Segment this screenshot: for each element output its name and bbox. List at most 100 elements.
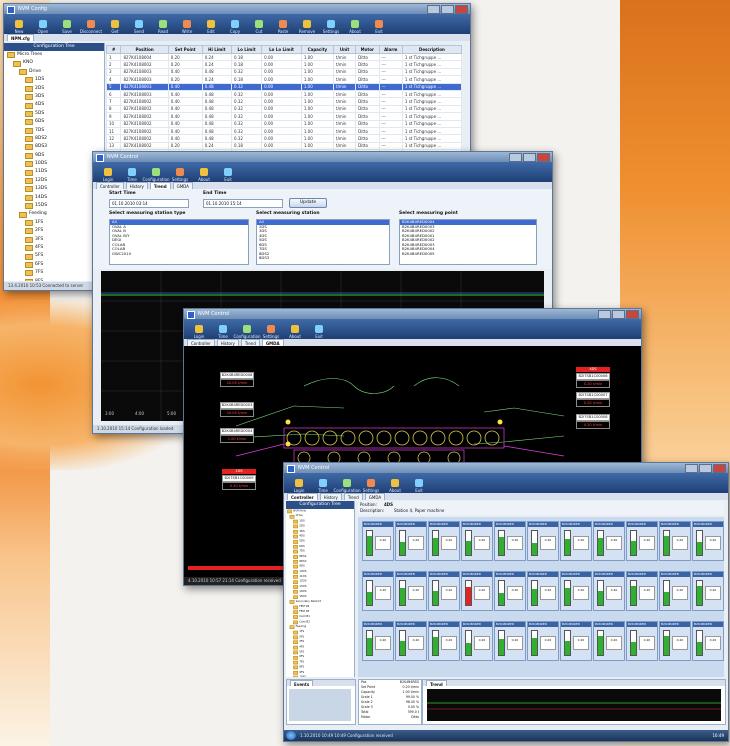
tab-trend[interactable]: Trend: [240, 339, 260, 346]
tree-node[interactable]: 13DS: [4, 185, 104, 193]
tree-node[interactable]: 2DS: [4, 85, 104, 93]
tab-npm-cfg[interactable]: NPM.cfg: [7, 34, 34, 41]
tree-node[interactable]: 1FS: [4, 219, 104, 227]
tab-controller[interactable]: Controller: [187, 339, 215, 346]
start-time-input[interactable]: 01.10.2010 03:14: [109, 199, 189, 208]
toolbar-button-settings[interactable]: Settings: [169, 163, 191, 182]
tree-node[interactable]: 8DS3: [4, 143, 104, 151]
toolbar-button-about[interactable]: About: [193, 163, 215, 182]
controller-tile[interactable]: B2K4B4RED 0.20: [560, 571, 592, 611]
measurement-tag[interactable]: 4DS B2I7SB1C00006 0.20 t/min: [576, 367, 610, 388]
tab-history[interactable]: History: [319, 493, 342, 500]
toolbar-button-exit[interactable]: Exit: [217, 163, 239, 182]
column-header[interactable]: Position: [120, 45, 169, 54]
column-header[interactable]: Unit: [332, 45, 357, 54]
tree-node[interactable]: 8DS2: [4, 135, 104, 143]
table-row[interactable]: 1 827K4108004 0.20 0.24 0.18 0.00 1.00 t/min Dit…: [105, 52, 463, 62]
table-row[interactable]: 9 827K4108002 0.40 0.48 0.32 0.00 1.00 t/min Dit…: [105, 112, 463, 121]
toolbar-button-open[interactable]: Open: [32, 15, 54, 34]
tree-node[interactable]: 15DS: [4, 202, 104, 210]
tab-trend[interactable]: Trend: [343, 493, 363, 500]
table-row[interactable]: 13 827K4108002 0.20 0.24 0.18 0.00 1.00 t/min Di…: [105, 141, 463, 151]
tree-node[interactable]: 4DS: [4, 101, 104, 109]
toolbar-button-get[interactable]: Get: [104, 15, 126, 34]
tab-gmda[interactable]: GMDA: [261, 339, 284, 346]
point-option[interactable]: B2K4B4RED0005: [400, 251, 536, 257]
tab-trend[interactable]: Trend: [149, 182, 171, 189]
close-button[interactable]: [713, 464, 726, 473]
toolbar-button-cut[interactable]: Cut: [248, 15, 270, 34]
toolbar-button-new[interactable]: New: [8, 15, 30, 34]
close-button[interactable]: [537, 153, 550, 162]
controller-tile[interactable]: B2K4B4RED 0.20: [395, 571, 427, 611]
column-header[interactable]: Description: [401, 45, 463, 54]
controller-tile[interactable]: B2K4B4RED 0.20: [692, 571, 724, 611]
tree-node[interactable]: 4FS: [4, 244, 104, 252]
tree-node[interactable]: 3DS: [4, 93, 104, 101]
tree-node[interactable]: 7FS: [4, 269, 104, 277]
tree-node[interactable]: 2FS: [4, 227, 104, 235]
column-header[interactable]: Lo Limit: [231, 45, 263, 54]
toolbar-button-time[interactable]: Time: [312, 474, 334, 493]
controller-tile[interactable]: B2K4B4RED 0.20: [428, 621, 460, 661]
update-button[interactable]: Update: [289, 198, 327, 208]
tab-controller[interactable]: Controller: [287, 493, 318, 500]
tree-node[interactable]: 11DS: [4, 168, 104, 176]
toolbar-button-settings[interactable]: Settings: [320, 15, 342, 34]
tree-node[interactable]: 3FS: [4, 236, 104, 244]
controller-tile[interactable]: B2K4B4RED 0.20: [395, 521, 427, 561]
controller-tile[interactable]: B2K4B4RED 0.20: [692, 521, 724, 561]
tab-gmda[interactable]: GMDA: [172, 182, 193, 189]
controller-tile[interactable]: B2K4B4RED 0.20: [461, 571, 493, 611]
table-row[interactable]: 12 827K4108002 0.40 0.48 0.32 0.00 1.00 t/min Di…: [105, 134, 463, 143]
station-option[interactable]: 8DS3: [257, 255, 389, 261]
controller-tile[interactable]: B2K4B4RED 0.20: [593, 571, 625, 611]
column-header[interactable]: Motor: [355, 45, 380, 54]
controller-tile[interactable]: B2K4B4RED 0.20: [593, 621, 625, 661]
controller-tile[interactable]: B2K4B4RED 0.20: [659, 621, 691, 661]
column-header[interactable]: #: [105, 45, 122, 54]
toolbar-button-time[interactable]: Time: [212, 320, 234, 339]
toolbar-button-about[interactable]: About: [384, 474, 406, 493]
station-type-option[interactable]: GWC2010: [110, 251, 248, 257]
toolbar-button-login[interactable]: Login: [188, 320, 210, 339]
measurement-tag[interactable]: B2K4B4RED0004 1.00 t/min: [220, 427, 254, 443]
toolbar-button-save[interactable]: Save: [56, 15, 78, 34]
tree-node[interactable]: 5DS: [4, 110, 104, 118]
table-row[interactable]: 6 827K4108003 0.40 0.48 0.32 0.00 1.00 t/min Dit…: [105, 89, 463, 99]
column-header[interactable]: Alarm: [378, 45, 403, 54]
controller-tile[interactable]: B2K4B4RED 0.20: [527, 521, 559, 561]
controller-tile[interactable]: B2K4B4RED 0.20: [362, 621, 394, 661]
minimize-button[interactable]: [598, 310, 611, 319]
controller-tile[interactable]: B2K4B4RED 0.20: [560, 621, 592, 661]
maximize-button[interactable]: [441, 5, 454, 14]
minimize-button[interactable]: [427, 5, 440, 14]
tab-history[interactable]: History: [216, 339, 239, 346]
config-titlebar[interactable]: NVM Config: [4, 4, 470, 14]
controller-tile[interactable]: B2K4B4RED 0.20: [428, 521, 460, 561]
tree-node[interactable]: 14DS: [4, 194, 104, 202]
controller-tile[interactable]: B2K4B4RED 0.20: [626, 521, 658, 561]
tree-node[interactable]: 1DS: [4, 76, 104, 84]
tree-node[interactable]: 7DS: [4, 127, 104, 135]
trend-titlebar[interactable]: NVM Control: [93, 152, 552, 162]
measurement-tag[interactable]: B2I7SB1C00007 0.20 t/min: [576, 391, 610, 407]
end-time-input[interactable]: 01.10.2010 15:14: [203, 199, 283, 208]
controller-tile[interactable]: B2K4B4RED 0.20: [461, 621, 493, 661]
toolbar-button-configuration[interactable]: Configuration: [333, 474, 361, 493]
tree-node[interactable]: 5FS: [4, 252, 104, 260]
tab-trend[interactable]: Trend: [426, 680, 447, 687]
table-row[interactable]: 7 827K4108002 0.40 0.48 0.32 0.00 1.00 t/min Dit…: [105, 97, 463, 106]
tab-controller[interactable]: Controller: [96, 182, 124, 189]
column-header[interactable]: Lo Lo Limit: [261, 45, 302, 54]
toolbar-button-copy[interactable]: Copy: [224, 15, 246, 34]
table-row[interactable]: 10 827K4108002 0.40 0.48 0.32 0.00 1.00 t/min Di…: [105, 119, 463, 128]
controller-tile[interactable]: B2K4B4RED 0.20: [494, 621, 526, 661]
tree-node[interactable]: Feeding: [4, 210, 104, 218]
station-list[interactable]: All 2DS 3DS 4DS 5DS 6DS 7DS 8DS2 8DS3: [256, 219, 390, 265]
controller-tile[interactable]: B2K4B4RED 0.20: [659, 571, 691, 611]
table-row[interactable]: 2 827K4108002 0.20 0.24 0.18 0.00 1.00 t/min Dit…: [105, 60, 463, 69]
controller-tile[interactable]: B2K4B4RED 0.20: [428, 571, 460, 611]
toolbar-button-send[interactable]: Send: [128, 15, 150, 34]
controller-tile[interactable]: B2K4B4RED 0.20: [362, 571, 394, 611]
